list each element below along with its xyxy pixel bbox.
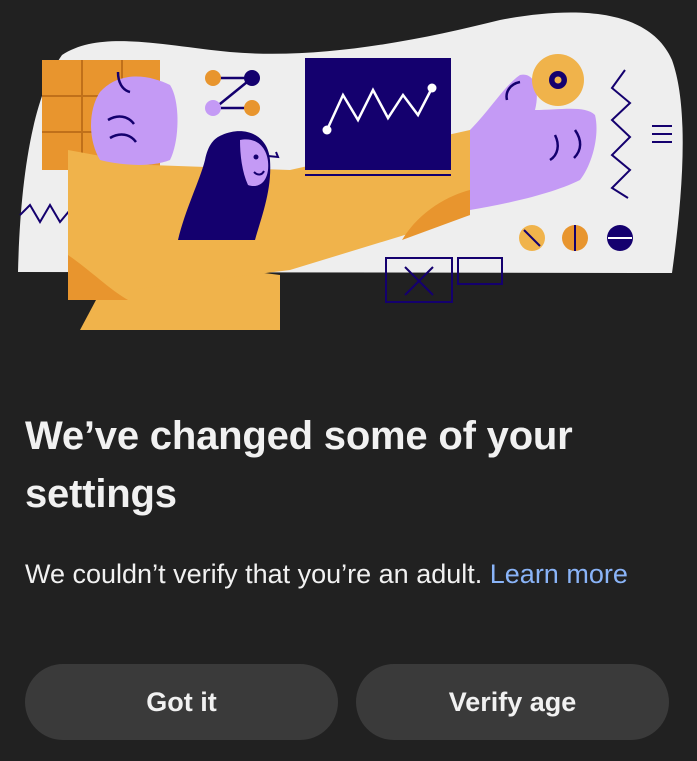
- dialog-title: We’ve changed some of your settings: [25, 414, 573, 516]
- status-circles-icon: [519, 225, 633, 251]
- monitor-chart-icon: [305, 58, 451, 176]
- dialog-message: We couldn’t verify that you’re an adult.…: [25, 553, 665, 596]
- dial-icon: [532, 54, 584, 106]
- dialog-message-text: We couldn’t verify that you’re an adult.: [25, 559, 483, 589]
- learn-more-link[interactable]: Learn more: [490, 559, 628, 589]
- got-it-button[interactable]: Got it: [25, 664, 338, 740]
- verify-age-button[interactable]: Verify age: [356, 664, 669, 740]
- age-verification-dialog: We’ve changed some of your settings We c…: [0, 0, 697, 761]
- person-at-screen-illustration: [18, 12, 683, 330]
